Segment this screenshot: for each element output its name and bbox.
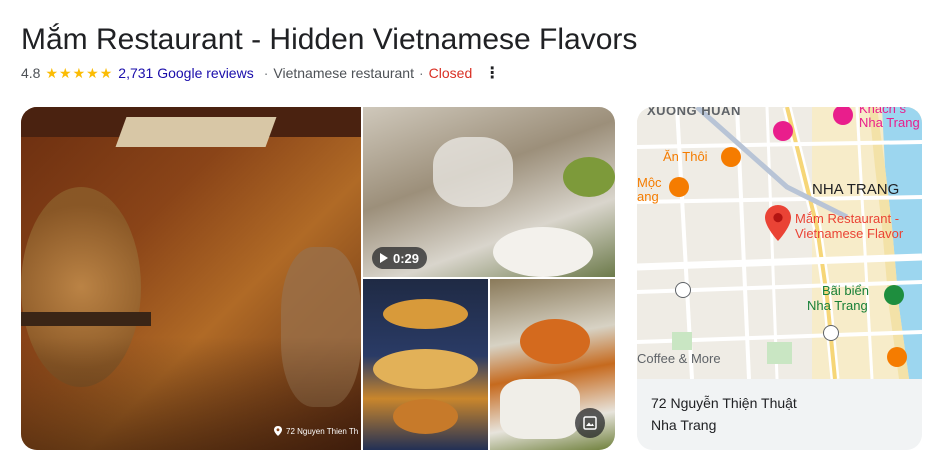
- dish-decor: [393, 399, 458, 434]
- photo-location-tag: 72 Nguyen Thien Th: [273, 426, 358, 436]
- bar-marker-icon[interactable]: [887, 347, 907, 367]
- star-icon: ★: [72, 65, 86, 81]
- dish-decor: [373, 349, 478, 389]
- star-icon: ★: [99, 65, 113, 81]
- map-label-city: NHA TRANG: [812, 181, 900, 198]
- bus-stop-icon[interactable]: [675, 282, 691, 298]
- map-label-poi: Coffee & More: [637, 351, 721, 366]
- beach-marker-icon[interactable]: [884, 285, 904, 305]
- star-icon: ★: [86, 65, 99, 81]
- category-label: Vietnamese restaurant: [273, 65, 414, 81]
- video-duration: 0:29: [393, 250, 420, 266]
- ceiling-decor: [115, 117, 277, 147]
- hands-decor: [433, 137, 513, 207]
- location-pin-icon: [274, 426, 282, 436]
- video-thumbnail[interactable]: 0:29: [363, 107, 615, 277]
- image-icon: [583, 416, 597, 430]
- bowl-decor: [520, 319, 590, 364]
- star-rating: ★ ★ ★ ★ ★: [45, 66, 113, 80]
- map-streets: [637, 107, 922, 379]
- address-section: 72 Nguyễn Thiện Thuật Nha Trang: [637, 379, 922, 450]
- bus-stop-icon[interactable]: [823, 325, 839, 341]
- map-label-poi: Bãi biển: [822, 283, 869, 298]
- herbs-decor: [563, 157, 615, 197]
- more-options-icon[interactable]: ⋮: [484, 63, 500, 83]
- photo-address: 72 Nguyen Thien Th: [286, 426, 359, 436]
- map-label-poi: Nha Trang: [807, 298, 868, 313]
- play-icon: [380, 253, 388, 263]
- map-label-poi: ang: [637, 189, 659, 204]
- rice-paper-decor: [500, 379, 580, 439]
- star-icon: ★: [59, 65, 72, 81]
- star-icon: ★: [45, 65, 59, 81]
- separator: ·: [263, 65, 269, 81]
- rating-value: 4.8: [21, 65, 41, 81]
- dish-decor: [383, 299, 468, 329]
- food-photo[interactable]: [363, 279, 488, 450]
- restaurant-marker-icon[interactable]: [669, 177, 689, 197]
- map-label-poi: Ăn Thôi: [663, 149, 708, 164]
- map-pin-label: Mắm Restaurant -: [795, 211, 900, 226]
- main-photo[interactable]: 72 Nguyen Thien Th: [21, 107, 361, 450]
- map-label-poi: Mộc: [637, 175, 662, 190]
- map-label-area: XUONG HUAN: [647, 107, 741, 118]
- restaurant-marker-icon[interactable]: [721, 147, 741, 167]
- separator: ·: [418, 65, 424, 81]
- map-label-poi: Nha Trang: [859, 115, 920, 130]
- address-line-2: Nha Trang: [651, 417, 717, 433]
- map-pin-label: Vietnamese Flavor: [795, 226, 904, 241]
- open-status: Closed: [428, 65, 473, 81]
- map-card[interactable]: XUONG HUAN Khách s Nha Trang Ăn Thôi Mộc…: [637, 107, 922, 450]
- reviews-link[interactable]: 2,731 Google reviews: [118, 65, 253, 81]
- food-photo[interactable]: [490, 279, 615, 450]
- address-line-1: 72 Nguyễn Thiện Thuật: [651, 395, 797, 411]
- photo-gallery-button[interactable]: [575, 408, 605, 438]
- place-summary: 4.8 ★ ★ ★ ★ ★ 2,731 Google reviews · Vie…: [21, 63, 500, 83]
- location-pin-icon[interactable]: [765, 205, 791, 241]
- photo-gallery: 72 Nguyen Thien Th 0:29: [21, 107, 615, 450]
- plate-decor: [493, 227, 593, 277]
- map-view[interactable]: XUONG HUAN Khách s Nha Trang Ăn Thôi Mộc…: [637, 107, 922, 379]
- hotel-marker-icon[interactable]: [773, 121, 793, 141]
- page-title: Mắm Restaurant - Hidden Vietnamese Flavo…: [21, 23, 638, 56]
- bench-decor: [21, 312, 151, 326]
- video-badge[interactable]: 0:29: [372, 247, 428, 269]
